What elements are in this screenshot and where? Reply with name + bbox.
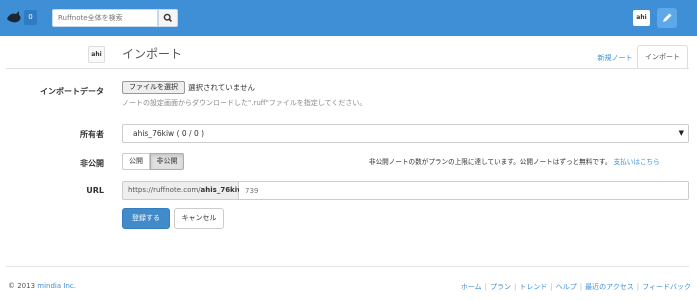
file-status-text: 選択されていません [188, 83, 256, 92]
footer-link-home[interactable]: ホーム [461, 283, 482, 291]
footer-links: ホーム | プラン | トレンド | ヘルプ | 最近のアクセス | フィードバック [460, 283, 691, 291]
dropdown-arrow-icon: ▼ [678, 129, 684, 137]
user-avatar[interactable]: ahi [633, 10, 650, 26]
owner-select-value: ahis_76kiw ( 0 / 0 ) [133, 129, 205, 138]
owner-label: 所有者 [80, 130, 104, 139]
url-prefix: https://ruffnote.com/ahis_76kiw/ [122, 181, 246, 200]
private-limit-text: 非公開ノートの数がプランの上限に達しています。公開ノートはずっと無料です。 [369, 158, 612, 166]
private-label: 非公開 [80, 159, 104, 168]
footer-link-help[interactable]: ヘルプ [556, 283, 577, 291]
private-limit-note: 非公開ノートの数がプランの上限に達しています。公開ノートはずっと無料です。 支払… [369, 156, 660, 166]
owner-avatar: ahi [88, 46, 105, 63]
owner-select[interactable]: ahis_76kiw ( 0 / 0 ) ▼ [122, 124, 689, 143]
footer-link-plan[interactable]: プラン [490, 283, 511, 291]
copyright: © 2013 mindia Inc. [8, 282, 76, 290]
footer-link-feedback[interactable]: フィードバック [642, 283, 691, 291]
search-icon [163, 13, 172, 22]
cancel-button[interactable]: キャンセル [174, 208, 224, 229]
notification-count-badge[interactable]: 0 [24, 10, 37, 25]
url-slug-input[interactable] [239, 181, 689, 200]
tab-import[interactable]: インポート [637, 45, 688, 69]
pencil-icon [663, 13, 672, 22]
footer-divider [6, 266, 689, 267]
top-navbar: 0 ahi [0, 0, 697, 36]
new-note-button[interactable] [657, 8, 677, 28]
search-input[interactable] [52, 9, 158, 27]
payment-link[interactable]: 支払いはこちら [614, 158, 660, 166]
footer-link-trend[interactable]: トレンド [519, 283, 547, 291]
search-button[interactable] [158, 9, 178, 27]
url-label: URL [86, 186, 104, 195]
page-title: インポート [122, 47, 183, 61]
copyright-text: © 2013 [8, 282, 36, 290]
import-data-label: インポートデータ [40, 87, 104, 96]
file-help-text: ノートの設定画面からダウンロードした".ruff"ファイルを指定してください。 [122, 99, 367, 107]
url-prefix-base: https://ruffnote.com/ [128, 186, 201, 194]
private-toggle-button[interactable]: 非公開 [150, 153, 184, 170]
footer-link-recent[interactable]: 最近のアクセス [585, 283, 634, 291]
bird-logo-icon[interactable] [6, 10, 22, 24]
company-link[interactable]: mindia Inc. [37, 282, 76, 290]
submit-button[interactable]: 登録する [122, 208, 170, 229]
tab-new-note[interactable]: 新規ノート [589, 48, 641, 68]
header-divider [6, 68, 689, 69]
public-toggle-button[interactable]: 公開 [122, 153, 150, 170]
choose-file-button[interactable]: ファイルを選択 [122, 81, 185, 94]
